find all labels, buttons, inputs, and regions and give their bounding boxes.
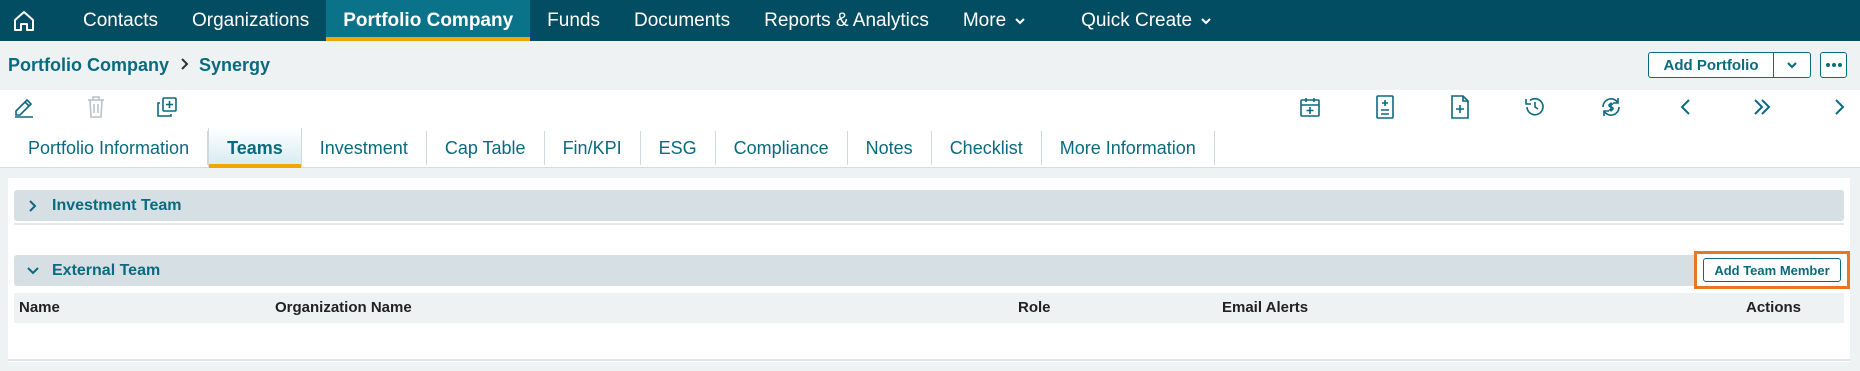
calendar-icon — [1300, 98, 1320, 117]
nav-contacts[interactable]: Contacts — [66, 0, 175, 41]
external-team-title: External Team — [52, 261, 161, 279]
nav-quick-create[interactable]: Quick Create — [1064, 0, 1230, 41]
chevron-down-icon — [1013, 14, 1027, 28]
edit-button[interactable] — [11, 95, 37, 119]
tab-esg[interactable]: ESG — [641, 131, 716, 165]
nav-organizations[interactable]: Organizations — [175, 0, 326, 41]
top-navigation: Contacts Organizations Portfolio Company… — [0, 0, 1860, 41]
nav-portfolio-company-label: Portfolio Company — [343, 9, 514, 31]
column-header-role[interactable]: Role — [1018, 299, 1051, 316]
chevron-right-icon — [1835, 99, 1845, 115]
record-toolbar — [0, 90, 1860, 124]
breadcrumb: Portfolio Company Synergy — [0, 41, 1860, 90]
add-portfolio-split-button: Add Portfolio — [1648, 52, 1811, 78]
record-tabs: Portfolio Information Teams Investment C… — [10, 128, 1215, 168]
tab-portfolio-information[interactable]: Portfolio Information — [10, 131, 209, 165]
tab-teams[interactable]: Teams — [208, 128, 302, 168]
column-header-organization-name[interactable]: Organization Name — [275, 299, 412, 316]
nav-portfolio-company[interactable]: Portfolio Company — [326, 0, 531, 41]
nav-reports-analytics[interactable]: Reports & Analytics — [747, 0, 946, 41]
add-portfolio-dropdown[interactable] — [1774, 53, 1810, 77]
record-tabs-bar: Portfolio Information Teams Investment C… — [0, 124, 1860, 168]
refresh-dollar-button[interactable] — [1598, 95, 1624, 119]
tab-fin-kpi[interactable]: Fin/KPI — [545, 131, 641, 165]
divider — [14, 223, 1844, 225]
nav-contacts-label: Contacts — [83, 9, 158, 31]
copy-button[interactable] — [154, 95, 180, 119]
calculator-doc-icon — [1376, 95, 1394, 119]
tab-cap-table[interactable]: Cap Table — [427, 131, 545, 165]
chevron-left-icon — [1680, 99, 1690, 115]
chevron-right-icon — [178, 56, 192, 72]
tab-more-information[interactable]: More Information — [1042, 131, 1215, 165]
calculator-doc-button[interactable] — [1372, 95, 1398, 119]
chevron-down-icon — [1199, 14, 1213, 28]
delete-icon — [88, 96, 104, 118]
nav-reports-analytics-label: Reports & Analytics — [764, 9, 929, 31]
history-icon — [1525, 97, 1544, 116]
next-record-button[interactable] — [1826, 95, 1852, 119]
chevron-down-icon — [1787, 62, 1797, 69]
edit-icon — [15, 98, 33, 118]
previous-record-button[interactable] — [1673, 95, 1699, 119]
refresh-dollar-icon — [1602, 98, 1620, 116]
chevron-right-icon — [14, 199, 52, 213]
nav-more[interactable]: More — [946, 0, 1044, 41]
nav-organizations-label: Organizations — [191, 9, 310, 31]
delete-button[interactable] — [83, 95, 109, 119]
column-header-actions: Actions — [1746, 299, 1802, 316]
add-team-member-highlight: Add Team Member — [1694, 251, 1850, 289]
tab-notes[interactable]: Notes — [848, 131, 932, 165]
column-header-email-alerts[interactable]: Email Alerts — [1222, 299, 1308, 316]
external-team-table-header: Name Organization Name Role Email Alerts… — [14, 293, 1844, 323]
tab-investment[interactable]: Investment — [302, 131, 427, 165]
add-document-button[interactable] — [1447, 95, 1473, 119]
ellipsis-icon — [1825, 63, 1842, 67]
nav-quick-create-label: Quick Create — [1081, 9, 1193, 31]
teams-content: Investment Team External Team Add Team M… — [8, 178, 1850, 362]
home-icon — [14, 10, 34, 31]
add-document-icon — [1451, 95, 1469, 119]
nav-funds-label: Funds — [547, 9, 600, 31]
tab-compliance[interactable]: Compliance — [716, 131, 848, 165]
nav-documents-label: Documents — [633, 9, 731, 31]
chevron-down-icon — [14, 265, 52, 277]
nav-more-label: More — [962, 9, 1007, 31]
divider — [8, 359, 1850, 361]
copy-icon — [157, 97, 177, 117]
home-button[interactable] — [0, 0, 48, 41]
breadcrumb-root-link[interactable]: Portfolio Company — [8, 55, 169, 76]
nav-funds[interactable]: Funds — [530, 0, 617, 41]
investment-team-title: Investment Team — [52, 196, 182, 214]
external-team-header[interactable]: External Team — [14, 255, 1844, 286]
nav-documents[interactable]: Documents — [617, 0, 747, 41]
add-team-member-button[interactable]: Add Team Member — [1703, 258, 1841, 282]
more-actions-button[interactable] — [1820, 52, 1847, 78]
add-portfolio-button[interactable]: Add Portfolio — [1649, 53, 1774, 77]
history-button[interactable] — [1522, 95, 1548, 119]
column-header-name[interactable]: Name — [19, 299, 60, 316]
last-record-button[interactable] — [1749, 95, 1775, 119]
tab-checklist[interactable]: Checklist — [932, 131, 1042, 165]
double-chevron-right-icon — [1754, 99, 1771, 115]
calendar-button[interactable] — [1297, 95, 1323, 119]
breadcrumb-current: Synergy — [199, 55, 271, 75]
investment-team-header[interactable]: Investment Team — [14, 190, 1844, 221]
